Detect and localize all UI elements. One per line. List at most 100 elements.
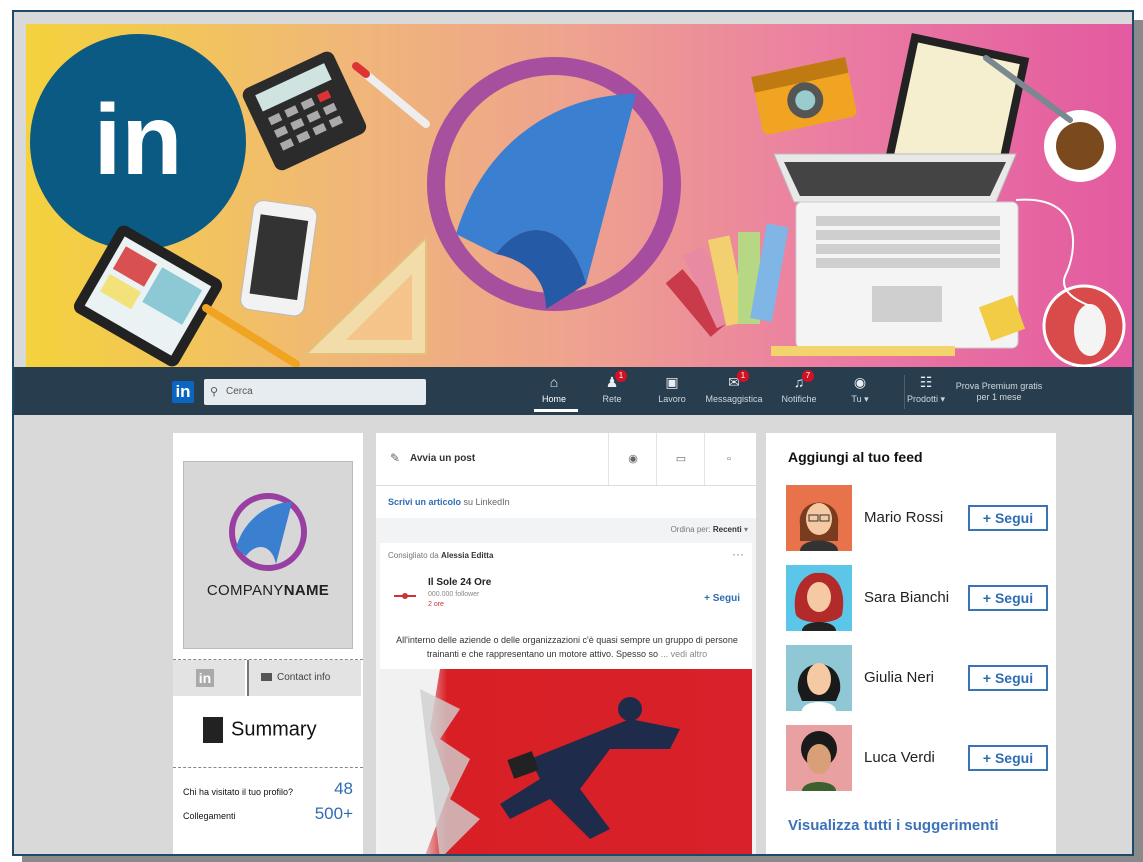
network-badge: 1	[615, 370, 627, 382]
dashed-divider-2	[173, 767, 363, 768]
phone-icon	[240, 200, 318, 317]
source-name[interactable]: Il Sole 24 Ore	[428, 577, 491, 588]
nav-label-network: Rete	[602, 394, 622, 404]
top-navbar: in ⚲ Cerca ⌂ Home ♟ 1 Rete ▣ Lavoro ✉ 1 Me…	[14, 367, 1132, 415]
nav-item-notifications[interactable]: ♫ 7 Notifiche	[769, 370, 829, 404]
video-upload-icon[interactable]: ▭	[656, 433, 705, 485]
avatar[interactable]	[786, 485, 852, 551]
company-logo-box: COMPANYNAME	[183, 461, 353, 649]
recommender-name[interactable]: Alessia Editta	[441, 551, 493, 560]
write-article-link[interactable]: Scrivi un articolo su LinkedIn	[376, 486, 756, 518]
sort-value: Recenti	[712, 525, 742, 534]
nav-item-network[interactable]: ♟ 1 Rete	[582, 370, 642, 404]
mouse-icon	[1042, 284, 1126, 368]
profile-card: COMPANYNAME in Contact info Summary Chi …	[173, 433, 363, 854]
nav-label-jobs: Lavoro	[658, 394, 686, 404]
visited-count[interactable]: 48	[334, 779, 353, 799]
nav-item-home[interactable]: ⌂ Home	[524, 373, 584, 404]
sort-dropdown[interactable]: Ordina per: Recenti ▾	[671, 525, 748, 534]
company-logo-icon	[427, 57, 681, 311]
summary-section[interactable]: Summary	[203, 717, 317, 743]
company-name: COMPANYNAME	[184, 582, 352, 599]
article-link-label: Scrivi un articolo	[388, 497, 462, 507]
recommended-line: Consigliato da Alessia Editta	[388, 551, 493, 560]
chat-icon: ✉ 1	[704, 370, 764, 391]
briefcase-icon: ▣	[665, 374, 679, 390]
cover-banner: in	[26, 24, 1132, 369]
camera-upload-icon[interactable]: ◉	[608, 433, 657, 485]
premium-trial-link[interactable]: Prova Premium gratis per 1 mese	[954, 381, 1044, 403]
suggestions-title: Aggiungi al tuo feed	[788, 449, 923, 465]
search-icon: ⚲	[210, 386, 219, 398]
nav-item-jobs[interactable]: ▣ Lavoro	[642, 373, 702, 404]
nav-label-products: Prodotti ▾	[906, 394, 946, 404]
edit-icon: ✎	[390, 451, 401, 465]
nav-label-me: Tu ▾	[851, 394, 869, 404]
avatar[interactable]	[786, 725, 852, 791]
connections-count[interactable]: 500+	[315, 804, 353, 824]
document-upload-icon[interactable]: ▫	[704, 433, 753, 485]
recommended-label: Consigliato da	[388, 551, 439, 560]
start-post-box[interactable]: ✎ Avvia un post ◉ ▭ ▫	[376, 433, 756, 486]
nav-item-messaging[interactable]: ✉ 1 Messaggistica	[704, 370, 764, 404]
follow-button[interactable]: + Segui	[968, 505, 1048, 531]
search-input[interactable]: ⚲ Cerca	[204, 379, 426, 405]
feed-post-card: Consigliato da Alessia Editta ··· Il Sol…	[380, 543, 752, 854]
home-icon: ⌂	[549, 374, 559, 390]
suggestion-name[interactable]: Giulia Neri	[864, 669, 934, 686]
more-options-icon[interactable]: ···	[732, 547, 744, 561]
linkedin-nav-logo[interactable]: in	[172, 381, 194, 403]
suggestion-name[interactable]: Luca Verdi	[864, 749, 935, 766]
laptop-icon	[773, 153, 1019, 349]
suggestion-name[interactable]: Mario Rossi	[864, 509, 943, 526]
connections-label: Collegamenti	[183, 811, 236, 821]
messaging-badge: 1	[737, 370, 749, 382]
follow-source-button[interactable]: + Segui	[704, 593, 740, 604]
contact-info-button[interactable]: Contact info	[247, 660, 361, 696]
start-post-label: Avvia un post	[410, 453, 476, 464]
source-logo-icon	[394, 593, 416, 599]
tablet-icon	[73, 225, 223, 367]
person-avatar-icon	[801, 731, 837, 791]
nav-label-notifications: Notifiche	[781, 394, 817, 404]
document-search-icon	[203, 717, 223, 743]
post-time: 2 ore	[428, 601, 444, 608]
person-avatar-icon	[794, 572, 844, 631]
ruler-icon	[771, 346, 955, 356]
calculator-icon	[242, 51, 367, 171]
coffee-cup-icon	[1044, 110, 1116, 182]
suggestion-item: Mario Rossi + Segui	[786, 485, 1048, 551]
nav-active-indicator	[534, 409, 578, 412]
frame-shadow-right	[1134, 20, 1143, 862]
follow-button[interactable]: + Segui	[968, 585, 1048, 611]
bell-icon: ♫ 7	[769, 370, 829, 391]
nav-item-products[interactable]: ☷ Prodotti ▾	[896, 373, 956, 405]
follow-button[interactable]: + Segui	[968, 745, 1048, 771]
suggestion-item: Sara Bianchi + Segui	[786, 565, 1048, 631]
camera-icon	[751, 57, 857, 135]
contact-info-label: Contact info	[277, 672, 331, 683]
mockup-frame: in in ⚲ Cerca ⌂ Home ♟ 1 Rete ▣ Lavoro ✉…	[12, 10, 1134, 856]
avatar-icon: ◉	[853, 374, 867, 390]
linkedin-profile-link[interactable]: in	[173, 660, 245, 696]
article-suffix: su LinkedIn	[463, 497, 510, 507]
post-body: All'interno delle aziende o delle organi…	[390, 633, 744, 661]
follow-button[interactable]: + Segui	[968, 665, 1048, 691]
nav-item-me[interactable]: ◉ Tu ▾	[830, 373, 890, 405]
sort-label: Ordina per:	[670, 525, 711, 534]
notifications-badge: 7	[802, 370, 814, 382]
suggestions-panel: Aggiungi al tuo feed Mario Rossi + Segui	[766, 433, 1056, 854]
see-all-suggestions-link[interactable]: Visualizza tutti i suggerimenti	[788, 817, 999, 834]
folder-icon	[261, 673, 272, 682]
search-placeholder: Cerca	[226, 386, 253, 397]
company-logo-small-icon	[229, 493, 307, 571]
banner-illustration: in	[30, 33, 1126, 368]
avatar[interactable]	[786, 645, 852, 711]
network-icon: ♟ 1	[582, 370, 642, 391]
avatar[interactable]	[786, 565, 852, 631]
see-more-link[interactable]: ... vedi altro	[661, 649, 708, 659]
svg-text:in: in	[94, 84, 183, 196]
post-image[interactable]	[380, 669, 752, 854]
suggestion-name[interactable]: Sara Bianchi	[864, 589, 949, 606]
pencil-icon	[202, 304, 300, 368]
